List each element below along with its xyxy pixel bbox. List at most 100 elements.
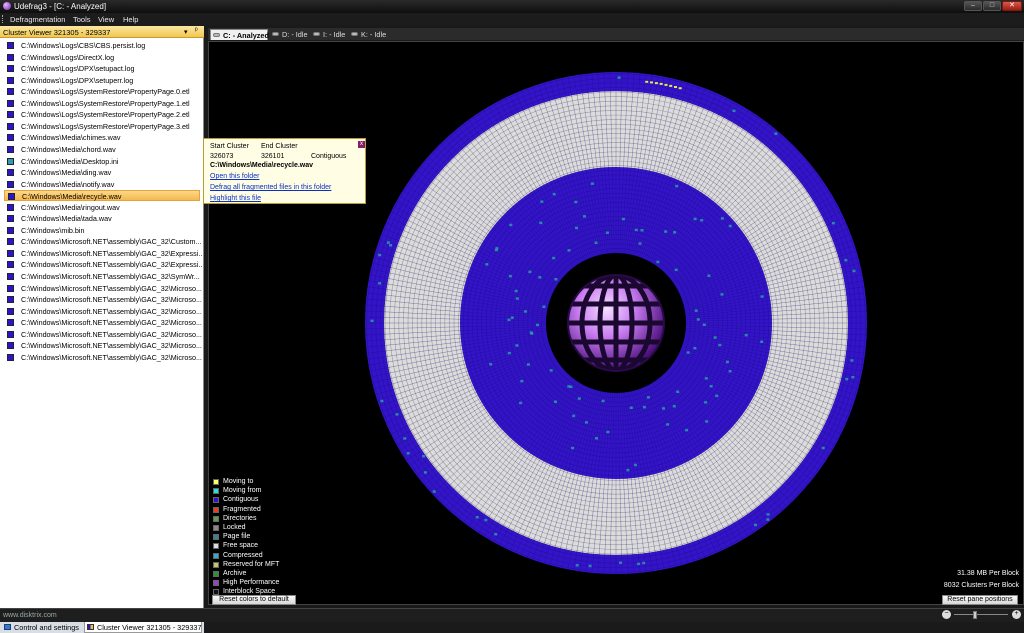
file-row[interactable]: C:\Windows\mib.bin bbox=[4, 225, 200, 236]
legend-label: Moving from bbox=[223, 487, 262, 495]
legend-item[interactable]: Reserved for MFT bbox=[213, 561, 313, 570]
file-row[interactable]: C:\Windows\Microsoft.NET\assembly\GAC_32… bbox=[4, 329, 202, 340]
file-row[interactable]: C:\Windows\Microsoft.NET\assembly\GAC_32… bbox=[4, 306, 202, 317]
zoom-slider-thumb[interactable] bbox=[972, 611, 977, 619]
cluster-cell-compressed bbox=[617, 76, 621, 79]
file-row[interactable]: C:\Windows\Logs\SystemRestore\PropertyPa… bbox=[4, 86, 200, 97]
legend-item[interactable]: Locked bbox=[213, 524, 313, 533]
file-path: C:\Windows\Microsoft.NET\assembly\GAC_32… bbox=[21, 237, 202, 247]
file-row[interactable]: C:\Windows\Microsoft.NET\assembly\GAC_32… bbox=[4, 352, 202, 363]
file-row[interactable]: C:\Windows\Logs\SystemRestore\PropertyPa… bbox=[4, 98, 200, 109]
file-row[interactable]: C:\Windows\Microsoft.NET\assembly\GAC_32… bbox=[4, 271, 200, 282]
file-row[interactable]: C:\Windows\Microsoft.NET\assembly\GAC_32… bbox=[4, 236, 202, 247]
cluster-cell-compressed bbox=[567, 249, 571, 252]
file-row[interactable]: C:\Windows\Logs\DirectX.log bbox=[4, 52, 200, 63]
menu-defragmentation[interactable]: Defragmentation bbox=[10, 15, 65, 24]
highlight-file-link[interactable]: Highlight this file bbox=[210, 195, 261, 202]
file-row[interactable]: C:\Windows\Microsoft.NET\assembly\GAC_32… bbox=[4, 294, 202, 305]
close-button[interactable]: ✕ bbox=[1002, 1, 1022, 11]
tab-drive-k[interactable]: K: - Idle bbox=[349, 29, 389, 40]
maximize-button[interactable]: □ bbox=[983, 1, 1001, 11]
file-row[interactable]: C:\Windows\Logs\SystemRestore\PropertyPa… bbox=[4, 121, 200, 132]
minimize-button[interactable]: – bbox=[964, 1, 982, 11]
cluster-cell-compressed bbox=[720, 217, 724, 220]
file-color-swatch bbox=[7, 157, 14, 165]
tab-cluster-viewer[interactable]: Cluster Viewer 321305 - 329337 bbox=[84, 622, 202, 633]
file-row[interactable]: C:\Windows\Media\Desktop.ini bbox=[4, 156, 200, 167]
cluster-cell-compressed bbox=[530, 332, 534, 335]
cluster-cell-compressed bbox=[728, 370, 732, 373]
file-color-swatch bbox=[7, 88, 14, 96]
file-color-swatch bbox=[7, 226, 14, 234]
end-cluster-value: 326101 bbox=[261, 153, 285, 160]
tab-drive-i[interactable]: I: - Idle bbox=[311, 29, 347, 40]
start-cluster-label: Start Cluster bbox=[210, 143, 249, 150]
defrag-folder-link[interactable]: Defrag all fragmented files in this fold… bbox=[210, 184, 331, 191]
legend-item[interactable]: Archive bbox=[213, 570, 313, 579]
pin-icon[interactable]: ᵖ bbox=[195, 27, 198, 34]
cluster-cell-compressed bbox=[595, 437, 598, 440]
legend-item[interactable]: Free space bbox=[213, 542, 313, 551]
file-row[interactable]: C:\Windows\Media\chord.wav bbox=[4, 144, 200, 155]
legend-swatch bbox=[213, 571, 219, 577]
menu-tools[interactable]: Tools bbox=[73, 15, 91, 24]
website-link[interactable]: www.disktrix.com bbox=[3, 612, 57, 619]
cluster-tooltip: Start Cluster End Cluster 326073 326101 … bbox=[203, 138, 366, 204]
cluster-cell-compressed bbox=[674, 268, 678, 272]
file-row[interactable]: C:\Windows\Media\tada.wav bbox=[4, 213, 200, 224]
legend-item[interactable]: High Performance bbox=[213, 579, 313, 588]
file-path: C:\Windows\Logs\DPX\setuperr.log bbox=[21, 75, 134, 85]
file-row[interactable]: C:\Windows\Microsoft.NET\assembly\GAC_32… bbox=[4, 248, 202, 259]
file-row[interactable]: C:\Windows\Logs\DPX\setuperr.log bbox=[4, 75, 200, 86]
file-row[interactable]: C:\Windows\Microsoft.NET\assembly\GAC_32… bbox=[4, 317, 202, 328]
file-row[interactable]: C:\Windows\Media\ding.wav bbox=[4, 167, 200, 178]
tab-control-and-settings[interactable]: Control and settings bbox=[2, 622, 82, 633]
legend-item[interactable]: Compressed bbox=[213, 552, 313, 561]
cluster-cell-compressed bbox=[656, 260, 660, 264]
zoom-in-button[interactable]: + bbox=[1012, 610, 1021, 619]
file-row[interactable]: C:\Windows\Media\chimes.wav bbox=[4, 132, 200, 143]
legend-item[interactable]: Directories bbox=[213, 515, 313, 524]
cluster-cell-compressed bbox=[554, 400, 557, 403]
legend-item[interactable]: Contiguous bbox=[213, 496, 313, 505]
disk-cluster-map[interactable] bbox=[209, 42, 1023, 604]
file-row[interactable]: C:\Windows\Microsoft.NET\assembly\GAC_32… bbox=[4, 259, 202, 270]
cluster-cell-compressed bbox=[594, 241, 598, 244]
open-folder-link[interactable]: Open this folder bbox=[210, 173, 259, 180]
file-row[interactable]: C:\Windows\Logs\SystemRestore\PropertyPa… bbox=[4, 109, 200, 120]
tab-drive-d[interactable]: D: - Idle bbox=[270, 29, 310, 40]
file-color-swatch bbox=[7, 134, 14, 142]
file-path: C:\Windows\Media\ding.wav bbox=[21, 168, 112, 178]
reset-colors-button[interactable]: Reset colors to default bbox=[212, 595, 296, 605]
zoom-control: − + bbox=[942, 610, 1022, 620]
file-path: C:\Windows\Microsoft.NET\assembly\GAC_32… bbox=[21, 272, 200, 281]
file-color-swatch bbox=[7, 330, 14, 338]
cluster-cell-compressed bbox=[507, 351, 511, 355]
menu-view[interactable]: View bbox=[98, 15, 114, 24]
file-row[interactable]: C:\Windows\Microsoft.NET\assembly\GAC_32… bbox=[4, 340, 202, 351]
file-row[interactable]: C:\Windows\Media\ringout.wav bbox=[4, 202, 200, 213]
legend-item[interactable]: Moving from bbox=[213, 487, 313, 496]
close-icon[interactable]: x bbox=[358, 141, 365, 148]
disk-map-view[interactable]: Moving to Moving from Contiguous Fragmented… bbox=[208, 41, 1024, 605]
file-row[interactable]: C:\Windows\Logs\DPX\setupact.log bbox=[4, 63, 200, 74]
menu-help[interactable]: Help bbox=[123, 15, 138, 24]
file-path: C:\Windows\Microsoft.NET\assembly\GAC_32… bbox=[21, 341, 202, 351]
legend-item[interactable]: Fragmented bbox=[213, 506, 313, 515]
file-row-selected[interactable]: C:\Windows\Media\recycle.wav bbox=[4, 190, 200, 202]
cluster-cell-compressed bbox=[850, 359, 854, 362]
reset-pane-positions-button[interactable]: Reset pane positions bbox=[942, 595, 1018, 605]
zoom-out-button[interactable]: − bbox=[942, 610, 951, 619]
cluster-cell-compressed bbox=[633, 463, 637, 467]
file-color-swatch bbox=[7, 353, 14, 361]
legend-item[interactable]: Moving to bbox=[213, 478, 313, 487]
file-row[interactable]: C:\Windows\Microsoft.NET\assembly\GAC_32… bbox=[4, 283, 202, 294]
cluster-cell-compressed bbox=[520, 379, 524, 383]
file-row[interactable]: C:\Windows\Media\notify.wav bbox=[4, 179, 200, 190]
chevron-down-icon[interactable]: ▾ bbox=[184, 28, 188, 36]
tab-drive-c[interactable]: C: - Analyzed bbox=[210, 29, 269, 40]
cluster-cell-compressed bbox=[638, 242, 642, 245]
legend-item[interactable]: Page file bbox=[213, 533, 313, 542]
file-row[interactable]: C:\Windows\Logs\CBS\CBS.persist.log bbox=[4, 40, 200, 51]
file-color-swatch bbox=[7, 145, 14, 153]
